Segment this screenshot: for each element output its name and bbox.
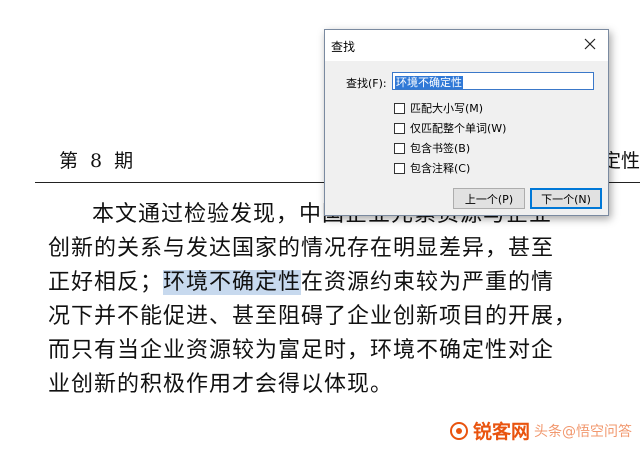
option-label: 包含书签(B) [410, 142, 471, 155]
text-segment: 在资源约束较为严重的情 [301, 270, 555, 295]
option-include-bookmarks[interactable]: 包含书签(B) [394, 138, 506, 158]
text-line: 而只有当企业资源较为富足时，环境不确定性对企 [48, 334, 628, 368]
find-input[interactable]: 环境不确定性 [392, 72, 594, 90]
watermark: 锐客网 头条@悟空问答 [449, 417, 632, 444]
text-segment: 正好相反； [48, 270, 164, 295]
text-segment: 况下并不能促进、甚至阻碍了企业创新项目的开展， [48, 304, 578, 329]
option-match-case[interactable]: 匹配大小写(M) [394, 98, 506, 118]
issue-header: 第 8 期 [59, 150, 137, 172]
options-group: 匹配大小写(M) 仅匹配整个单词(W) 包含书签(B) 包含注释(C) [394, 98, 506, 178]
checkbox-icon[interactable] [394, 122, 405, 134]
find-dialog: 查找 查找(F): 环境不确定性 匹配大小写(M) 仅匹配整个单词(W) 包含书… [324, 29, 609, 216]
option-label: 仅匹配整个单词(W) [410, 122, 507, 135]
option-include-comments[interactable]: 包含注释(C) [394, 158, 506, 178]
text-segment: 而只有当企业资源较为富足时，环境不确定性对企 [48, 338, 555, 363]
body-paragraph: 本文通过检验发现，中国企业元素资源与企业 创新的关系与发达国家的情况存在明显差异… [48, 198, 628, 402]
watermark-site: 头条@悟空问答 [534, 423, 632, 440]
checkbox-icon[interactable] [394, 162, 405, 174]
text-line: 创新的关系与发达国家的情况存在明显差异，甚至 [48, 232, 628, 266]
text-segment: 创新的关系与发达国家的情况存在明显差异，甚至 [48, 236, 555, 261]
checkbox-icon[interactable] [394, 142, 405, 154]
text-line: 况下并不能促进、甚至阻碍了企业创新项目的开展， [48, 300, 628, 334]
dialog-title: 查找 [331, 40, 356, 54]
watermark-logo-icon [449, 421, 469, 441]
option-label: 包含注释(C) [410, 162, 471, 175]
text-line: 业创新的积极作用才会得以体现。 [48, 368, 628, 402]
find-label: 查找(F): [346, 77, 387, 90]
text-line: 正好相反；环境不确定性在资源约束较为严重的情 [48, 266, 628, 300]
find-input-value: 环境不确定性 [395, 76, 463, 89]
find-next-button[interactable]: 下一个(N) [530, 188, 602, 209]
dialog-titlebar[interactable]: 查找 [325, 30, 608, 61]
option-label: 匹配大小写(M) [410, 102, 484, 115]
text-segment: 业创新的积极作用才会得以体现。 [48, 372, 394, 397]
find-previous-button[interactable]: 上一个(P) [453, 188, 525, 209]
option-whole-word[interactable]: 仅匹配整个单词(W) [394, 118, 506, 138]
search-highlight[interactable]: 环境不确定性 [163, 270, 302, 295]
close-icon[interactable] [582, 36, 598, 52]
checkbox-icon[interactable] [394, 102, 405, 114]
watermark-brand: 锐客网 [472, 421, 530, 443]
